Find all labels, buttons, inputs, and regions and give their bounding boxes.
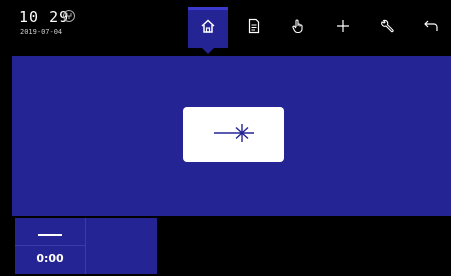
cut-asterisk-icon [211, 120, 257, 150]
main-panel [12, 56, 451, 216]
wrench-icon [379, 18, 395, 38]
nav-touch-button[interactable] [278, 7, 318, 48]
plus-icon [335, 18, 351, 38]
power-plug-icon [62, 8, 76, 22]
active-tab-indicator [188, 7, 228, 10]
timer-display: 0:00 [36, 252, 64, 265]
bottom-status-panel: 0:00 [15, 218, 157, 274]
top-bar: 10 29 2019-07-04 [0, 0, 451, 54]
value-placeholder-dash [38, 234, 62, 236]
nav-add-button[interactable] [323, 7, 363, 48]
nav-document-button[interactable] [234, 7, 274, 48]
left-edge [0, 56, 12, 276]
nav-tools-button[interactable] [367, 7, 407, 48]
hand-pointer-icon [290, 18, 306, 38]
divider [15, 245, 85, 246]
cut-button[interactable] [183, 107, 284, 162]
document-icon [246, 18, 262, 38]
nav-back-button[interactable] [411, 7, 451, 48]
home-icon [200, 18, 216, 38]
clock-date: 2019-07-04 [20, 28, 63, 36]
divider [85, 218, 86, 274]
return-arrow-icon [423, 18, 439, 38]
nav-home-button[interactable] [188, 7, 228, 54]
